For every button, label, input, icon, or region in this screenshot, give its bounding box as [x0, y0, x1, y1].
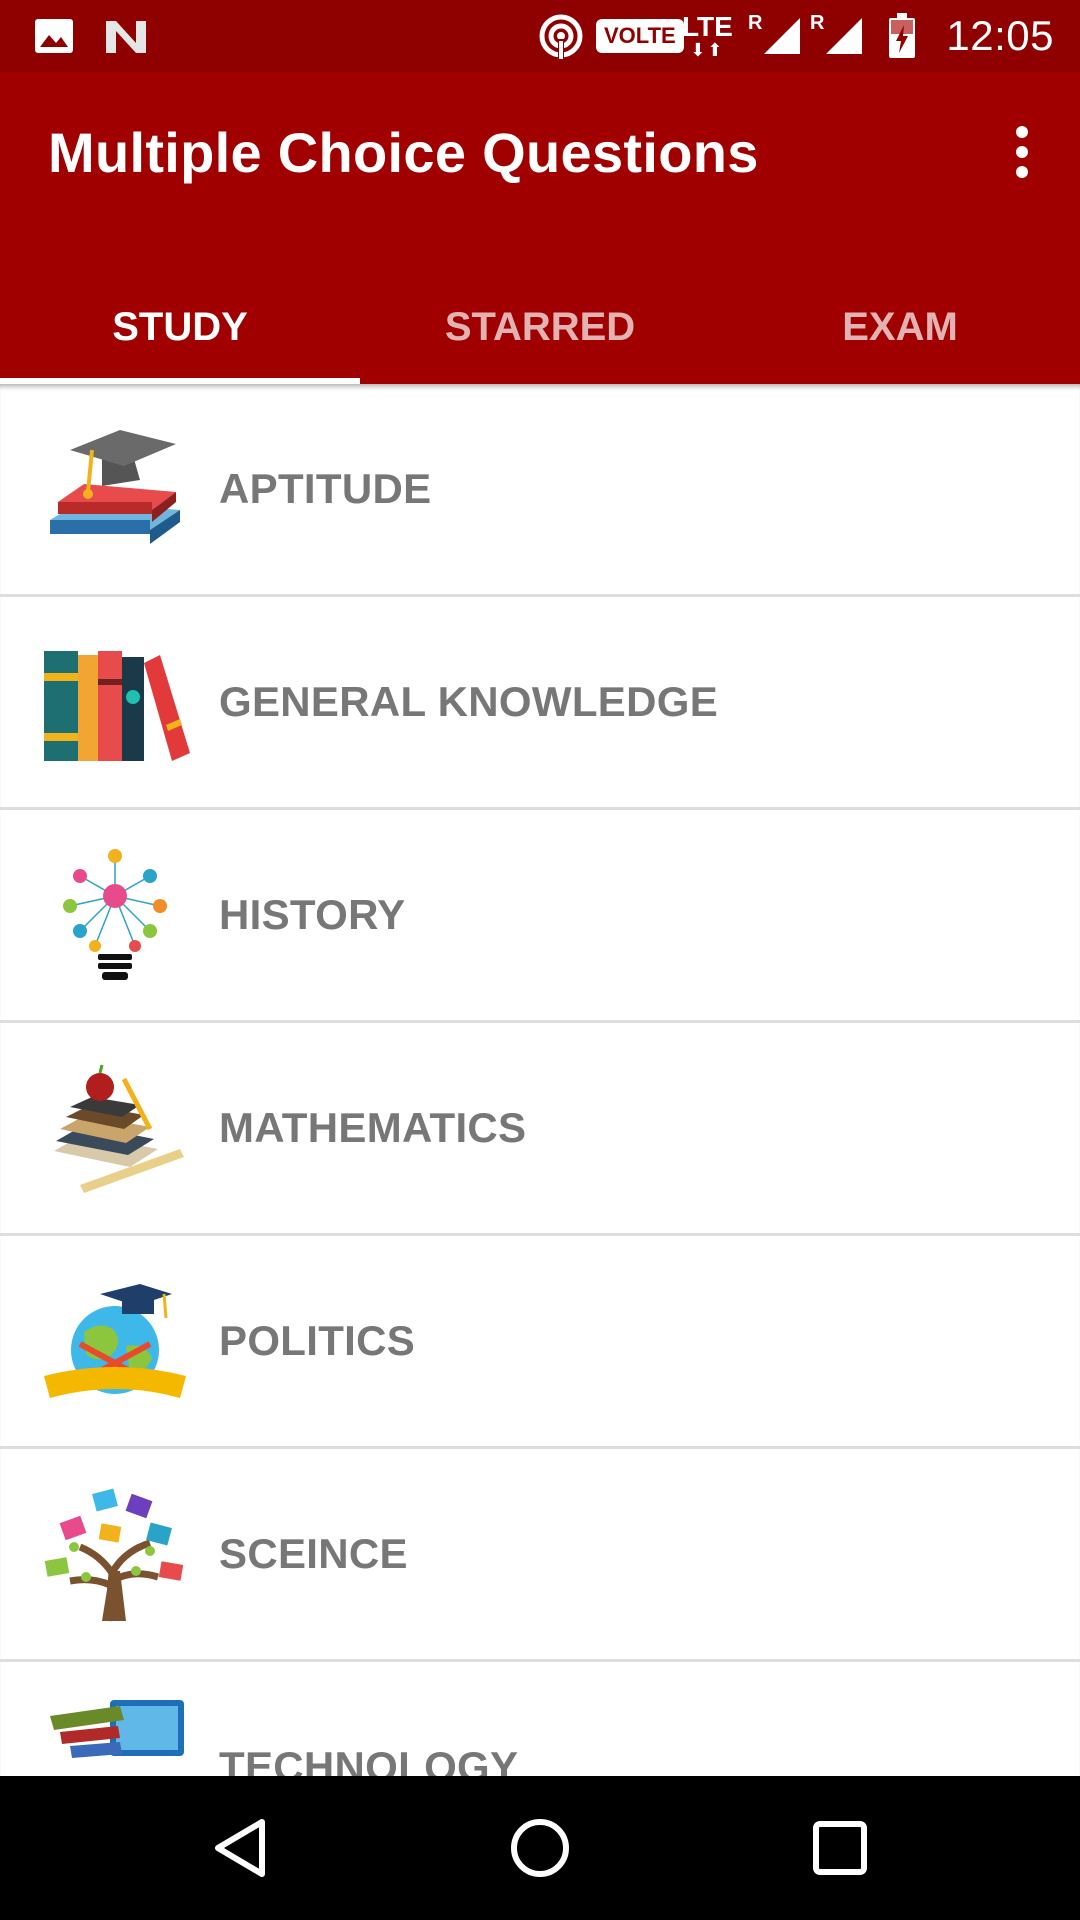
roaming-label: R	[810, 12, 825, 34]
lightbulb-network-icon	[40, 846, 190, 986]
data-arrows-icon: ⬇⬆	[690, 40, 725, 60]
list-item-label: APTITUDE	[219, 465, 432, 512]
list-item-label: POLITICS	[219, 1317, 416, 1364]
laptop-books-icon	[40, 1698, 190, 1776]
app-bar: Multiple Choice Questions STUDY STARRED …	[0, 72, 1080, 384]
list-item-mathematics[interactable]: MATHEMATICS	[0, 1023, 1080, 1236]
list-item-label: MATHEMATICS	[219, 1104, 527, 1151]
graduation-books-icon	[40, 420, 190, 560]
list-item-general-knowledge[interactable]: GENERAL KNOWLEDGE	[0, 597, 1080, 810]
lte-icon: LTE ⬇⬆	[682, 0, 733, 72]
recents-icon[interactable]	[800, 1808, 880, 1888]
roaming-label: R	[748, 12, 763, 34]
list-item-aptitude[interactable]: APTITUDE	[0, 384, 1080, 597]
status-bar: VOLTE LTE ⬇⬆ R R 12:05	[0, 0, 1080, 72]
list-item-label: TECHNOLOGY	[219, 1743, 519, 1776]
volte-label: VOLTE	[596, 19, 684, 53]
list-item-label: HISTORY	[219, 891, 406, 938]
tab-study[interactable]: STUDY	[0, 270, 360, 384]
list-item-technology[interactable]: TECHNOLOGY	[0, 1662, 1080, 1776]
books-icon	[40, 633, 190, 773]
list-item-history[interactable]: HISTORY	[0, 810, 1080, 1023]
tab-exam[interactable]: EXAM	[720, 270, 1080, 384]
category-list: APTITUDE GENERAL KNOWLEDGE HISTORY MATHE…	[0, 384, 1080, 1776]
volte-icon: VOLTE	[596, 0, 684, 72]
more-vert-icon[interactable]	[986, 116, 1058, 188]
signal-icon: R	[748, 0, 802, 72]
app-title: Multiple Choice Questions	[48, 121, 759, 184]
signal-icon: R	[810, 0, 864, 72]
list-item-label: GENERAL KNOWLEDGE	[219, 678, 719, 725]
hotspot-icon	[538, 0, 584, 72]
back-icon[interactable]	[200, 1808, 280, 1888]
n-logo-icon	[104, 0, 148, 72]
tab-bar: STUDY STARRED EXAM	[0, 270, 1080, 384]
lte-label: LTE	[682, 11, 733, 42]
navigation-bar	[0, 1776, 1080, 1920]
list-item-label: SCEINCE	[219, 1530, 408, 1577]
globe-cap-icon	[40, 1272, 190, 1412]
list-item-politics[interactable]: POLITICS	[0, 1236, 1080, 1449]
tab-starred[interactable]: STARRED	[360, 270, 720, 384]
battery-charging-icon	[888, 0, 916, 72]
list-item-science[interactable]: SCEINCE	[0, 1449, 1080, 1662]
book-tree-icon	[40, 1485, 190, 1625]
home-icon[interactable]	[500, 1808, 580, 1888]
status-time: 12:05	[946, 12, 1054, 59]
image-icon	[34, 0, 74, 72]
books-apple-icon	[40, 1059, 190, 1199]
